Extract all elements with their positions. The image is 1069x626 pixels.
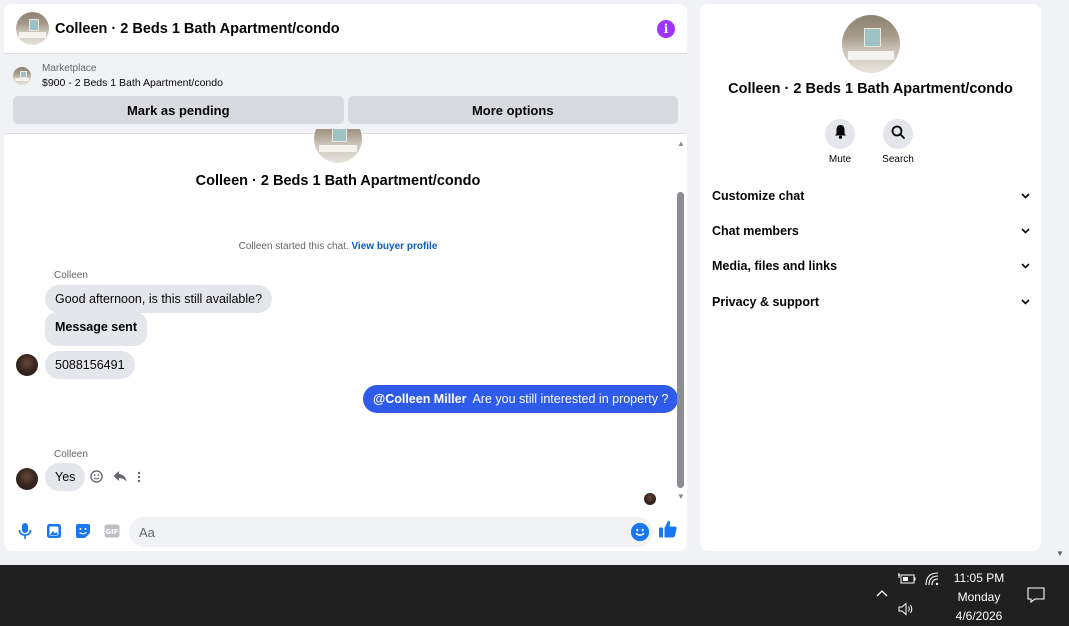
marketplace-banner: Marketplace $900 - 2 Beds 1 Bath Apartme… — [4, 54, 687, 134]
reply-icon[interactable] — [113, 470, 127, 486]
mention-tag[interactable]: @Colleen Miller — [373, 392, 466, 406]
section-label: Customize chat — [712, 189, 805, 203]
message-bubble[interactable]: 5088156491 — [45, 351, 135, 379]
react-icon[interactable] — [90, 470, 103, 486]
chat-header: Colleen · 2 Beds 1 Bath Apartment/condo … — [4, 4, 687, 54]
volume-icon[interactable] — [898, 602, 916, 621]
message-actions — [90, 470, 141, 486]
info-icon[interactable]: i — [657, 19, 675, 38]
notification-center-icon[interactable] — [1027, 587, 1045, 604]
chat-header-title[interactable]: Colleen · 2 Beds 1 Bath Apartment/condo — [55, 21, 657, 37]
mute-action[interactable]: Mute — [810, 119, 870, 165]
message-input[interactable] — [129, 517, 609, 547]
microphone-icon[interactable] — [14, 520, 36, 542]
more-options-button[interactable]: More options — [347, 96, 678, 124]
sender-avatar[interactable] — [16, 354, 38, 376]
message-composer: GIF — [4, 511, 687, 551]
seen-receipt-avatar — [644, 493, 656, 505]
more-icon[interactable] — [137, 471, 141, 486]
bell-icon — [834, 124, 847, 144]
search-label: Search — [882, 154, 914, 165]
section-customize-chat[interactable]: Customize chat — [712, 185, 1030, 207]
section-privacy-support[interactable]: Privacy & support — [712, 291, 1030, 313]
message-input-wrapper — [129, 517, 653, 547]
chat-started-notice: Colleen started this chat. View buyer pr… — [4, 241, 672, 252]
message-sender: Colleen — [54, 449, 88, 460]
chat-info-panel: Colleen · 2 Beds 1 Bath Apartment/condo … — [700, 4, 1041, 551]
scroll-up-icon[interactable]: ▲ — [677, 139, 685, 148]
sticker-icon[interactable] — [72, 520, 94, 542]
wifi-icon[interactable] — [925, 572, 939, 591]
thread-name: Colleen · 2 Beds 1 Bath Apartment/condo — [195, 173, 481, 189]
chat-panel: Colleen · 2 Beds 1 Bath Apartment/condo … — [4, 4, 687, 551]
emoji-icon[interactable] — [631, 523, 649, 541]
message-bubble[interactable]: Good afternoon, is this still available? — [45, 285, 273, 313]
message-sender: Colleen — [54, 270, 88, 281]
message-bubble[interactable]: Message sent — [45, 312, 147, 346]
outgoing-message-text: Are you still interested in property ? — [472, 392, 669, 406]
page-scroll-down-icon[interactable]: ▼ — [1056, 549, 1064, 558]
message-bubble[interactable]: Yes — [45, 463, 86, 491]
system-clock[interactable]: 11:05 PM Monday 4/6/2026 — [948, 569, 1010, 626]
mute-label: Mute — [828, 154, 852, 165]
clock-date: 4/6/2026 — [955, 609, 1003, 623]
windows-taskbar: 11:05 PM Monday 4/6/2026 — [0, 565, 1069, 626]
photo-icon[interactable] — [43, 520, 65, 542]
view-buyer-profile-link[interactable]: View buyer profile — [351, 241, 437, 252]
chevron-down-icon — [1021, 226, 1030, 236]
section-media-files-links[interactable]: Media, files and links — [712, 255, 1030, 277]
thread-avatar — [314, 129, 362, 163]
marketplace-listing-row[interactable]: Marketplace $900 - 2 Beds 1 Bath Apartme… — [13, 62, 678, 90]
chevron-down-icon — [1021, 297, 1030, 307]
mute-button[interactable] — [825, 119, 855, 149]
search-icon — [891, 125, 905, 144]
chat-scrollbar[interactable]: ▲ ▼ — [674, 135, 687, 507]
svg-text:GIF: GIF — [105, 528, 118, 536]
search-action[interactable]: Search — [868, 119, 928, 165]
info-name: Colleen · 2 Beds 1 Bath Apartment/condo — [728, 81, 1013, 97]
thumbs-up-icon[interactable] — [658, 519, 680, 541]
marketplace-listing-text: $900 - 2 Beds 1 Bath Apartment/condo — [42, 77, 223, 89]
search-button[interactable] — [883, 119, 913, 149]
section-chat-members[interactable]: Chat members — [712, 220, 1030, 242]
chat-started-text: Colleen started this chat. — [238, 241, 349, 252]
section-label: Chat members — [712, 224, 799, 238]
section-label: Media, files and links — [712, 259, 838, 273]
chevron-down-icon — [1021, 261, 1030, 271]
info-avatar[interactable] — [842, 15, 900, 73]
gif-icon[interactable]: GIF — [101, 520, 123, 542]
marketplace-label: Marketplace — [42, 63, 97, 74]
outgoing-message-bubble[interactable]: @Colleen Miller Are you still interested … — [363, 385, 679, 413]
listing-avatar[interactable] — [16, 12, 49, 45]
clock-time: 11:05 PM — [953, 571, 1005, 585]
chevron-up-icon[interactable] — [876, 585, 888, 600]
chevron-down-icon — [1021, 191, 1030, 201]
section-label: Privacy & support — [712, 295, 819, 309]
message-thread: Colleen · 2 Beds 1 Bath Apartment/condo … — [4, 129, 687, 507]
sender-avatar[interactable] — [16, 468, 38, 490]
battery-icon[interactable] — [898, 572, 916, 591]
mark-as-pending-button[interactable]: Mark as pending — [13, 96, 344, 124]
scroll-thumb[interactable] — [677, 192, 684, 488]
scroll-down-icon[interactable]: ▼ — [677, 492, 685, 501]
clock-day: Monday — [957, 590, 1001, 604]
listing-thumbnail — [13, 67, 31, 85]
